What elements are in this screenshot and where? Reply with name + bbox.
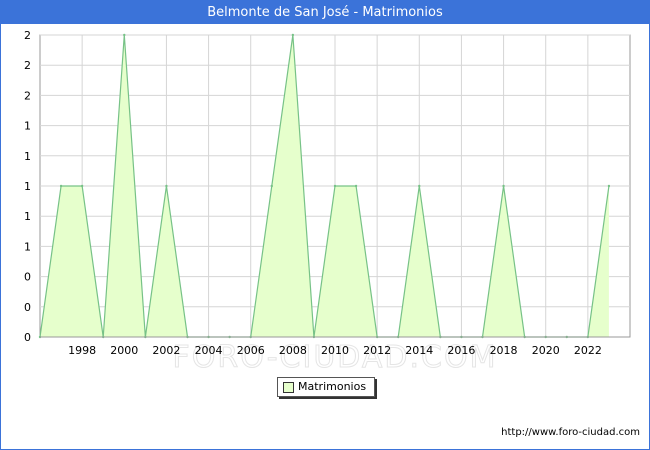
source-text: http://www.foro-ciudad.com	[501, 427, 640, 438]
data-point	[418, 184, 421, 188]
x-tick-label: 2014	[405, 344, 433, 357]
y-tick-label: 0	[24, 331, 31, 344]
legend-label: Matrimonios	[298, 380, 367, 393]
data-point	[291, 33, 295, 37]
data-point	[165, 184, 168, 188]
data-point	[270, 184, 273, 188]
x-tick-label: 2016	[447, 344, 475, 357]
data-point	[59, 184, 63, 188]
y-tick-label: 1	[24, 180, 31, 193]
x-tick-label: 1998	[68, 344, 96, 357]
y-tick-label: 2	[24, 89, 31, 102]
y-tick-label: 0	[24, 301, 31, 314]
data-point	[607, 184, 611, 188]
x-tick-label: 2020	[532, 344, 560, 357]
x-tick-label: 2000	[110, 344, 138, 357]
data-point	[354, 184, 358, 188]
y-tick-label: 0	[24, 271, 31, 284]
x-tick-label: 2006	[237, 344, 265, 357]
y-tick-label: 1	[24, 150, 31, 163]
y-tick-label: 1	[24, 240, 31, 253]
x-tick-label: 2022	[574, 344, 602, 357]
x-tick-label: 2004	[195, 344, 223, 357]
legend-swatch	[283, 382, 294, 393]
data-point	[502, 184, 505, 188]
data-point	[123, 33, 126, 37]
data-point	[80, 184, 84, 188]
x-tick-label: 2010	[321, 344, 349, 357]
x-tick-label: 2008	[279, 344, 307, 357]
y-tick-label: 1	[24, 210, 31, 223]
x-tick-label: 2018	[490, 344, 518, 357]
y-tick-label: 2	[24, 29, 31, 42]
y-tick-label: 2	[24, 59, 31, 72]
x-tick-label: 2002	[152, 344, 180, 357]
data-point	[333, 184, 337, 188]
x-tick-label: 2012	[363, 344, 391, 357]
legend: Matrimonios	[277, 377, 375, 397]
y-tick-label: 1	[24, 120, 31, 133]
